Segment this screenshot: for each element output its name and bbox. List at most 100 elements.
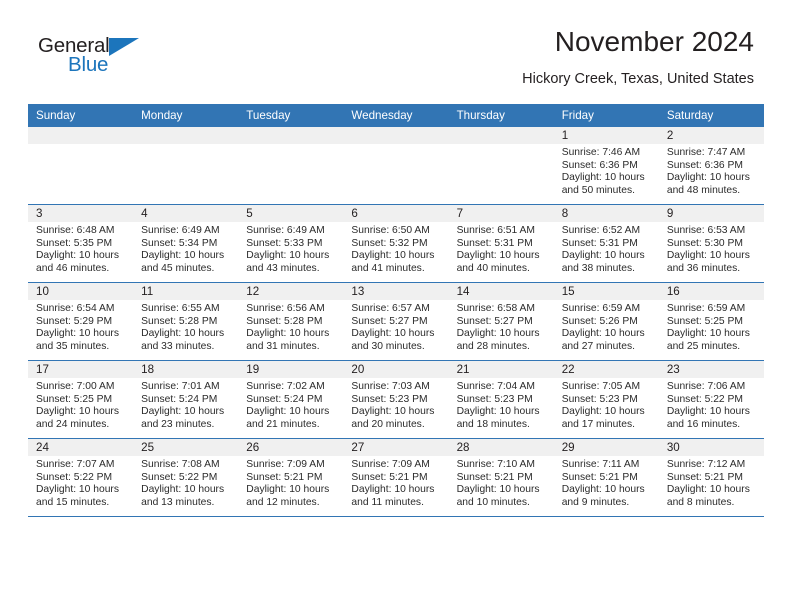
- daylight-text: Daylight: 10 hours and 30 minutes.: [351, 328, 435, 352]
- page-title: November 2024: [554, 26, 754, 57]
- day-number: [343, 127, 449, 144]
- daylight-text: Daylight: 10 hours and 46 minutes.: [36, 250, 119, 274]
- calendar-day-cell[interactable]: 19 Sunrise: 7:02 AM Sunset: 5:24 PM Dayligh…: [238, 360, 344, 439]
- day-number: 14: [448, 283, 554, 300]
- day-cell-inner: 24 Sunrise: 7:07 AM Sunset: 5:22 PM Dayligh…: [28, 439, 134, 516]
- calendar-day-cell[interactable]: 1 Sunrise: 7:46 AM Sunset: 6:36 PM Daylight…: [553, 127, 659, 205]
- day-cell-inner: 8 Sunrise: 6:52 AM Sunset: 5:31 PM Daylight…: [553, 205, 659, 282]
- calendar-day-cell[interactable]: 3 Sunrise: 6:48 AM Sunset: 5:35 PM Daylight…: [28, 204, 134, 283]
- calendar-day-cell[interactable]: 26 Sunrise: 7:09 AM Sunset: 5:21 PM Dayligh…: [238, 438, 344, 517]
- daylight-text: Daylight: 10 hours and 48 minutes.: [666, 172, 750, 196]
- sunset-text: Sunset: 5:35 PM: [36, 237, 113, 249]
- calendar-day-cell[interactable]: 29 Sunrise: 7:11 AM Sunset: 5:21 PM Dayligh…: [553, 438, 659, 517]
- day-cell-inner: [238, 127, 344, 204]
- daylight-text: Daylight: 10 hours and 27 minutes.: [561, 328, 645, 352]
- day-number: 18: [133, 361, 239, 378]
- daylight-text: Daylight: 10 hours and 8 minutes.: [666, 484, 750, 508]
- calendar-day-cell[interactable]: 20 Sunrise: 7:03 AM Sunset: 5:23 PM Dayligh…: [343, 360, 449, 439]
- daylight-text: Daylight: 10 hours and 50 minutes.: [561, 172, 645, 196]
- calendar-day-cell[interactable]: 30 Sunrise: 7:12 AM Sunset: 5:21 PM Dayligh…: [658, 438, 764, 517]
- sunrise-text: Sunrise: 6:58 AM: [456, 303, 535, 314]
- day-number: 16: [658, 283, 764, 300]
- day-cell-details: Sunrise: 7:09 AM Sunset: 5:21 PM Daylight:…: [238, 456, 343, 509]
- calendar-day-cell[interactable]: 7 Sunrise: 6:51 AM Sunset: 5:31 PM Daylight…: [448, 204, 554, 283]
- general-blue-logo[interactable]: General Blue: [38, 34, 148, 82]
- daylight-text: Daylight: 10 hours and 21 minutes.: [246, 406, 330, 430]
- day-cell-details: Sunrise: 7:06 AM Sunset: 5:22 PM Daylight:…: [659, 378, 764, 431]
- calendar-day-cell[interactable]: 14 Sunrise: 6:58 AM Sunset: 5:27 PM Dayligh…: [448, 282, 554, 361]
- day-number: 20: [343, 361, 449, 378]
- calendar-day-cell[interactable]: 24 Sunrise: 7:07 AM Sunset: 5:22 PM Dayligh…: [28, 438, 134, 517]
- daylight-text: Daylight: 10 hours and 9 minutes.: [561, 484, 645, 508]
- day-number: 15: [553, 283, 659, 300]
- day-cell-details: Sunrise: 6:50 AM Sunset: 5:32 PM Daylight:…: [343, 222, 448, 275]
- calendar-day-cell[interactable]: 4 Sunrise: 6:49 AM Sunset: 5:34 PM Daylight…: [133, 204, 239, 283]
- calendar-day-cell[interactable]: 21 Sunrise: 7:04 AM Sunset: 5:23 PM Dayligh…: [448, 360, 554, 439]
- day-number: [28, 127, 134, 144]
- calendar-day-cell[interactable]: 16 Sunrise: 6:59 AM Sunset: 5:25 PM Dayligh…: [658, 282, 764, 361]
- calendar-day-cell[interactable]: 18 Sunrise: 7:01 AM Sunset: 5:24 PM Dayligh…: [133, 360, 239, 439]
- day-cell-inner: 5 Sunrise: 6:49 AM Sunset: 5:33 PM Daylight…: [238, 205, 344, 282]
- day-cell-details: Sunrise: 7:04 AM Sunset: 5:23 PM Daylight:…: [449, 378, 554, 431]
- daylight-text: Daylight: 10 hours and 23 minutes.: [141, 406, 225, 430]
- sunrise-text: Sunrise: 7:04 AM: [456, 381, 535, 392]
- calendar-day-cell[interactable]: 25 Sunrise: 7:08 AM Sunset: 5:22 PM Dayligh…: [133, 438, 239, 517]
- day-cell-details: Sunrise: 6:55 AM Sunset: 5:28 PM Daylight:…: [133, 300, 238, 353]
- daylight-text: Daylight: 10 hours and 17 minutes.: [561, 406, 645, 430]
- calendar-day-cell[interactable]: 15 Sunrise: 6:59 AM Sunset: 5:26 PM Dayligh…: [553, 282, 659, 361]
- day-number: 28: [448, 439, 554, 456]
- day-cell-inner: 23 Sunrise: 7:06 AM Sunset: 5:22 PM Dayligh…: [658, 361, 764, 438]
- calendar-day-cell[interactable]: 12 Sunrise: 6:56 AM Sunset: 5:28 PM Dayligh…: [238, 282, 344, 361]
- calendar-week-row: 17 Sunrise: 7:00 AM Sunset: 5:25 PM Dayligh…: [28, 360, 764, 439]
- calendar-day-cell[interactable]: 17 Sunrise: 7:00 AM Sunset: 5:25 PM Dayligh…: [28, 360, 134, 439]
- day-cell-inner: 11 Sunrise: 6:55 AM Sunset: 5:28 PM Dayligh…: [133, 283, 239, 360]
- day-cell-inner: 1 Sunrise: 7:46 AM Sunset: 6:36 PM Daylight…: [553, 127, 659, 204]
- sunset-text: Sunset: 5:24 PM: [246, 393, 323, 405]
- triangle-icon: [109, 38, 139, 56]
- calendar-day-cell[interactable]: 28 Sunrise: 7:10 AM Sunset: 5:21 PM Dayligh…: [448, 438, 554, 517]
- sunset-text: Sunset: 5:31 PM: [561, 237, 638, 249]
- day-number: 23: [658, 361, 764, 378]
- sunrise-text: Sunrise: 6:57 AM: [351, 303, 430, 314]
- day-cell-details: Sunrise: 7:03 AM Sunset: 5:23 PM Daylight:…: [343, 378, 448, 431]
- calendar-day-cell[interactable]: 5 Sunrise: 6:49 AM Sunset: 5:33 PM Daylight…: [238, 204, 344, 283]
- daylight-text: Daylight: 10 hours and 28 minutes.: [456, 328, 540, 352]
- day-number: 3: [28, 205, 134, 222]
- sunset-text: Sunset: 5:28 PM: [141, 315, 218, 327]
- calendar-table: Sunday Monday Tuesday Wednesday Thursday Frid…: [28, 104, 764, 517]
- day-number: 17: [28, 361, 134, 378]
- day-number: 7: [448, 205, 554, 222]
- sunrise-text: Sunrise: 7:10 AM: [456, 459, 535, 470]
- calendar-day-cell[interactable]: 10 Sunrise: 6:54 AM Sunset: 5:29 PM Dayligh…: [28, 282, 134, 361]
- day-number: [133, 127, 239, 144]
- logo-text-blue: Blue: [68, 53, 109, 76]
- day-cell-details: Sunrise: 7:47 AM Sunset: 6:36 PM Daylight:…: [659, 144, 764, 197]
- calendar-day-cell[interactable]: 23 Sunrise: 7:06 AM Sunset: 5:22 PM Dayligh…: [658, 360, 764, 439]
- day-number: 8: [553, 205, 659, 222]
- calendar-day-cell[interactable]: 11 Sunrise: 6:55 AM Sunset: 5:28 PM Dayligh…: [133, 282, 239, 361]
- daylight-text: Daylight: 10 hours and 12 minutes.: [246, 484, 330, 508]
- day-cell-inner: 29 Sunrise: 7:11 AM Sunset: 5:21 PM Dayligh…: [553, 439, 659, 516]
- day-cell-details: Sunrise: 6:59 AM Sunset: 5:25 PM Daylight:…: [659, 300, 764, 353]
- calendar-header-row: Sunday Monday Tuesday Wednesday Thursday Frid…: [28, 104, 764, 127]
- day-cell-inner: 2 Sunrise: 7:47 AM Sunset: 6:36 PM Daylight…: [658, 127, 764, 204]
- day-cell-inner: 6 Sunrise: 6:50 AM Sunset: 5:32 PM Daylight…: [343, 205, 449, 282]
- daylight-text: Daylight: 10 hours and 35 minutes.: [36, 328, 119, 352]
- calendar-day-cell[interactable]: 27 Sunrise: 7:09 AM Sunset: 5:21 PM Dayligh…: [343, 438, 449, 517]
- calendar-day-cell[interactable]: 6 Sunrise: 6:50 AM Sunset: 5:32 PM Daylight…: [343, 204, 449, 283]
- day-cell-details: Sunrise: 7:07 AM Sunset: 5:22 PM Daylight:…: [28, 456, 133, 509]
- calendar-day-cell[interactable]: 22 Sunrise: 7:05 AM Sunset: 5:23 PM Dayligh…: [553, 360, 659, 439]
- daylight-text: Daylight: 10 hours and 25 minutes.: [666, 328, 750, 352]
- sunrise-text: Sunrise: 7:05 AM: [561, 381, 641, 392]
- daylight-text: Daylight: 10 hours and 40 minutes.: [456, 250, 540, 274]
- day-cell-details: Sunrise: 7:10 AM Sunset: 5:21 PM Daylight:…: [449, 456, 554, 509]
- sunset-text: Sunset: 5:21 PM: [456, 471, 533, 483]
- day-cell-inner: 27 Sunrise: 7:09 AM Sunset: 5:21 PM Dayligh…: [343, 439, 449, 516]
- sunrise-text: Sunrise: 7:12 AM: [666, 459, 746, 470]
- calendar-day-cell[interactable]: 2 Sunrise: 7:47 AM Sunset: 6:36 PM Daylight…: [658, 127, 764, 205]
- day-number: 1: [553, 127, 659, 144]
- calendar-day-cell[interactable]: 8 Sunrise: 6:52 AM Sunset: 5:31 PM Daylight…: [553, 204, 659, 283]
- calendar-day-cell[interactable]: 13 Sunrise: 6:57 AM Sunset: 5:27 PM Dayligh…: [343, 282, 449, 361]
- day-cell-inner: 19 Sunrise: 7:02 AM Sunset: 5:24 PM Dayligh…: [238, 361, 344, 438]
- calendar-day-cell[interactable]: 9 Sunrise: 6:53 AM Sunset: 5:30 PM Daylight…: [658, 204, 764, 283]
